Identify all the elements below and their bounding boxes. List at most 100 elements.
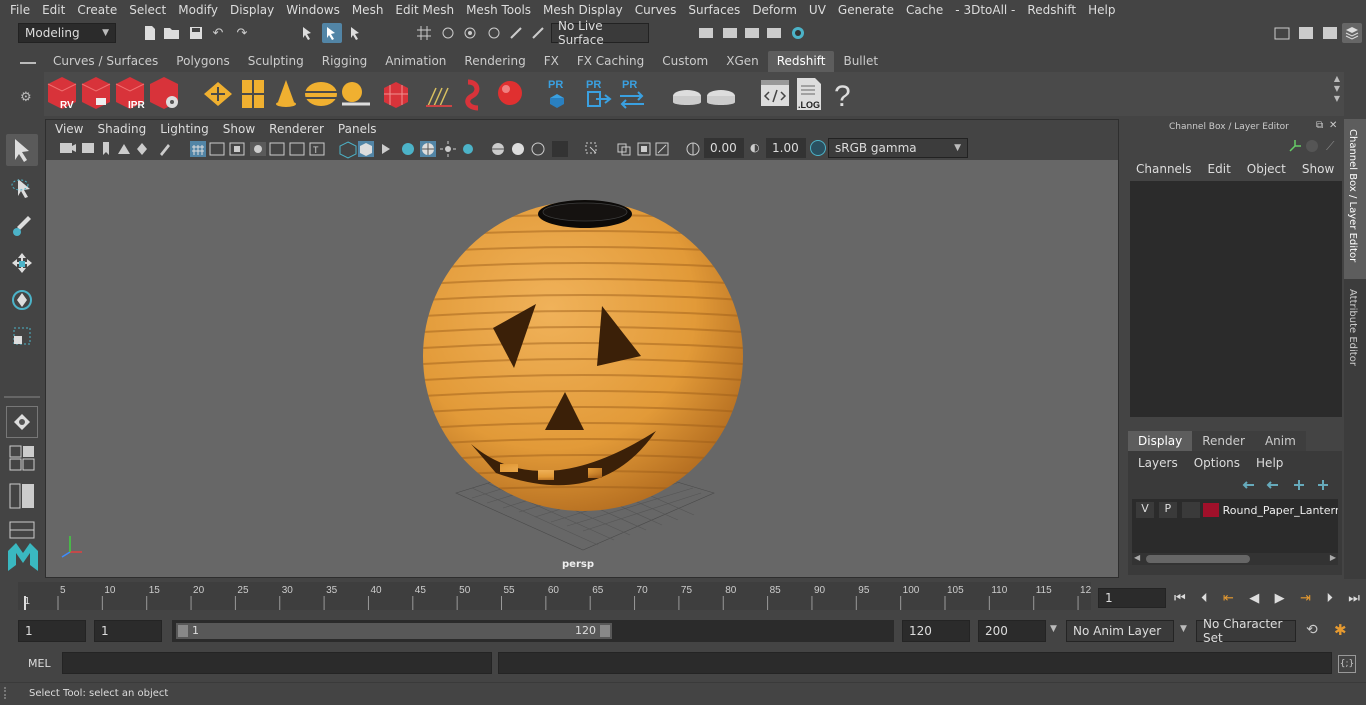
rs-shader-icon[interactable] (465, 79, 480, 111)
move-layer-up-icon[interactable] (1242, 481, 1254, 489)
menu-3dtoall[interactable]: - 3DtoAll - (949, 3, 1021, 17)
step-forward-key-icon[interactable]: ⏵ (1326, 591, 1333, 606)
go-to-end-icon[interactable]: ⏭ (1348, 591, 1360, 606)
channel-menu-channels[interactable]: Channels (1136, 162, 1192, 176)
play-backward-icon[interactable]: ◀ (1249, 591, 1259, 606)
image-plane-icon[interactable] (118, 144, 130, 154)
wireframe-icon[interactable] (339, 141, 357, 159)
menu-edit-mesh[interactable]: Edit Mesh (389, 3, 460, 17)
viewport-menu-panels[interactable]: Panels (331, 122, 384, 136)
wireframe-on-shaded-icon[interactable] (382, 144, 390, 154)
scale-tool-icon[interactable] (6, 320, 38, 352)
rs-volume-icon[interactable] (242, 80, 264, 108)
film-gate-icon[interactable] (209, 142, 225, 156)
single-perspective-layout-icon[interactable] (6, 406, 38, 438)
viewport-canvas[interactable]: persp (46, 160, 1118, 577)
toggle-ui-icon[interactable] (1296, 23, 1316, 43)
rs-script-editor-icon[interactable] (761, 80, 789, 106)
command-input[interactable] (62, 652, 492, 674)
textured-icon[interactable] (402, 143, 414, 155)
shelf-tab-fx[interactable]: FX (534, 51, 568, 72)
menu-deform[interactable]: Deform (746, 3, 803, 17)
layer-menu-help[interactable]: Help (1256, 456, 1283, 470)
rs-batch-render-icon[interactable] (81, 77, 111, 109)
step-forward-frame-icon[interactable]: ⇥ (1300, 591, 1311, 606)
channel-list-area[interactable] (1130, 181, 1342, 417)
gamma-icon[interactable]: ◐ (750, 141, 764, 155)
layer-menu-options[interactable]: Options (1194, 456, 1240, 470)
rs-proxy-icon[interactable] (204, 82, 232, 106)
exposure-icon[interactable] (686, 142, 700, 156)
ambient-occlusion-icon[interactable] (492, 143, 504, 155)
auto-key-icon[interactable]: ⟲ (1306, 622, 1324, 640)
resolution-gate-icon[interactable] (229, 142, 245, 156)
viewport-menu-shading[interactable]: Shading (90, 122, 153, 136)
isolate-select-icon[interactable] (585, 142, 597, 154)
xray-icon[interactable] (420, 141, 436, 157)
four-view-layout-icon[interactable] (6, 442, 38, 474)
select-object-icon[interactable] (322, 23, 342, 43)
channel-menu-edit[interactable]: Edit (1208, 162, 1231, 176)
snap-surface-icon[interactable] (528, 23, 548, 43)
new-scene-icon[interactable] (140, 23, 160, 43)
hypershade-icon[interactable] (788, 23, 808, 43)
menu-mesh[interactable]: Mesh (346, 3, 390, 17)
grease-pencil-icon[interactable] (160, 144, 170, 156)
save-scene-icon[interactable] (186, 23, 206, 43)
paint-select-tool-icon[interactable] (6, 210, 38, 242)
play-forward-icon[interactable]: ▶ (1275, 591, 1285, 606)
channel-menu-show[interactable]: Show (1302, 162, 1334, 176)
time-ruler[interactable]: 5 10 15 20 25 30 35 40 45 50 55 60 65 70 75 80 85 90 95 100… (18, 582, 1092, 610)
attribute-editor-toggle-icon[interactable] (1320, 23, 1340, 43)
field-chart-icon[interactable] (269, 142, 285, 156)
color-space-dropdown[interactable]: sRGB gamma ▼ (828, 138, 968, 158)
anim-end-field[interactable]: 200 (978, 620, 1046, 642)
motion-blur-icon[interactable] (512, 143, 524, 155)
shelf-tab-rendering[interactable]: Rendering (455, 51, 535, 72)
select-tool-icon[interactable] (6, 134, 38, 166)
playback-end-field[interactable]: 120 (902, 620, 970, 642)
chevron-down-icon[interactable]: ▼ (1180, 624, 1187, 634)
layer-tab-anim[interactable]: Anim (1254, 431, 1306, 451)
rs-material-ball-icon[interactable] (498, 81, 522, 105)
select-camera-icon[interactable] (60, 143, 76, 153)
shelf-settings-gear-icon[interactable]: ⚙ (20, 90, 32, 105)
menu-help[interactable]: Help (1082, 3, 1121, 17)
hud-icon[interactable] (655, 142, 669, 156)
snap-grid-icon[interactable] (414, 23, 434, 43)
help-line-grip[interactable] (4, 687, 12, 699)
scroll-left-icon[interactable]: ◀ (1134, 553, 1140, 562)
script-language-toggle[interactable]: MEL (28, 657, 51, 670)
rs-hair-icon[interactable] (426, 87, 452, 107)
channel-link-icon[interactable]: ⟋ (1326, 139, 1334, 154)
shelf-tab-polygons[interactable]: Polygons (167, 51, 239, 72)
snap-view-plane-icon[interactable] (484, 23, 504, 43)
undo-icon[interactable]: ↶ (208, 23, 228, 43)
menu-edit[interactable]: Edit (36, 3, 71, 17)
side-tab-channel-box[interactable]: Channel Box / Layer Editor (1344, 119, 1366, 279)
menu-mesh-tools[interactable]: Mesh Tools (460, 3, 537, 17)
channel-menu-object[interactable]: Object (1247, 162, 1286, 176)
shelf-tab-redshift[interactable]: Redshift (767, 51, 835, 72)
layer-display-type-toggle[interactable] (1181, 502, 1200, 518)
rs-bake-pie-icon[interactable] (673, 90, 701, 105)
smooth-shade-icon[interactable] (358, 141, 374, 157)
outliner-layout-icon[interactable] (6, 480, 38, 512)
scroll-thumb[interactable] (1146, 555, 1250, 563)
redo-icon[interactable]: ↷ (232, 23, 252, 43)
scroll-right-icon[interactable]: ▶ (1330, 553, 1336, 562)
layer-row[interactable]: V P Round_Paper_Lantern (1132, 501, 1338, 519)
close-panel-icon[interactable]: ✕ (1329, 120, 1337, 131)
menu-file[interactable]: File (4, 3, 36, 17)
side-tab-attribute-editor[interactable]: Attribute Editor (1344, 283, 1366, 373)
start-time-field[interactable]: 1 (18, 620, 86, 642)
rs-mesh-light-icon[interactable] (384, 82, 408, 108)
safe-action-icon[interactable] (289, 142, 305, 156)
shelf-tab-curves-surfaces[interactable]: Curves / Surfaces (44, 51, 168, 72)
safe-title-icon[interactable]: T (309, 142, 325, 156)
shelf-scroll-arrows[interactable]: ▲ ▼ ▼ (1330, 74, 1344, 114)
menu-cache[interactable]: Cache (900, 3, 949, 17)
shelf-menu-icon[interactable] (20, 62, 36, 64)
viewport-menu-lighting[interactable]: Lighting (153, 122, 216, 136)
ipr-render-icon[interactable] (742, 23, 762, 43)
